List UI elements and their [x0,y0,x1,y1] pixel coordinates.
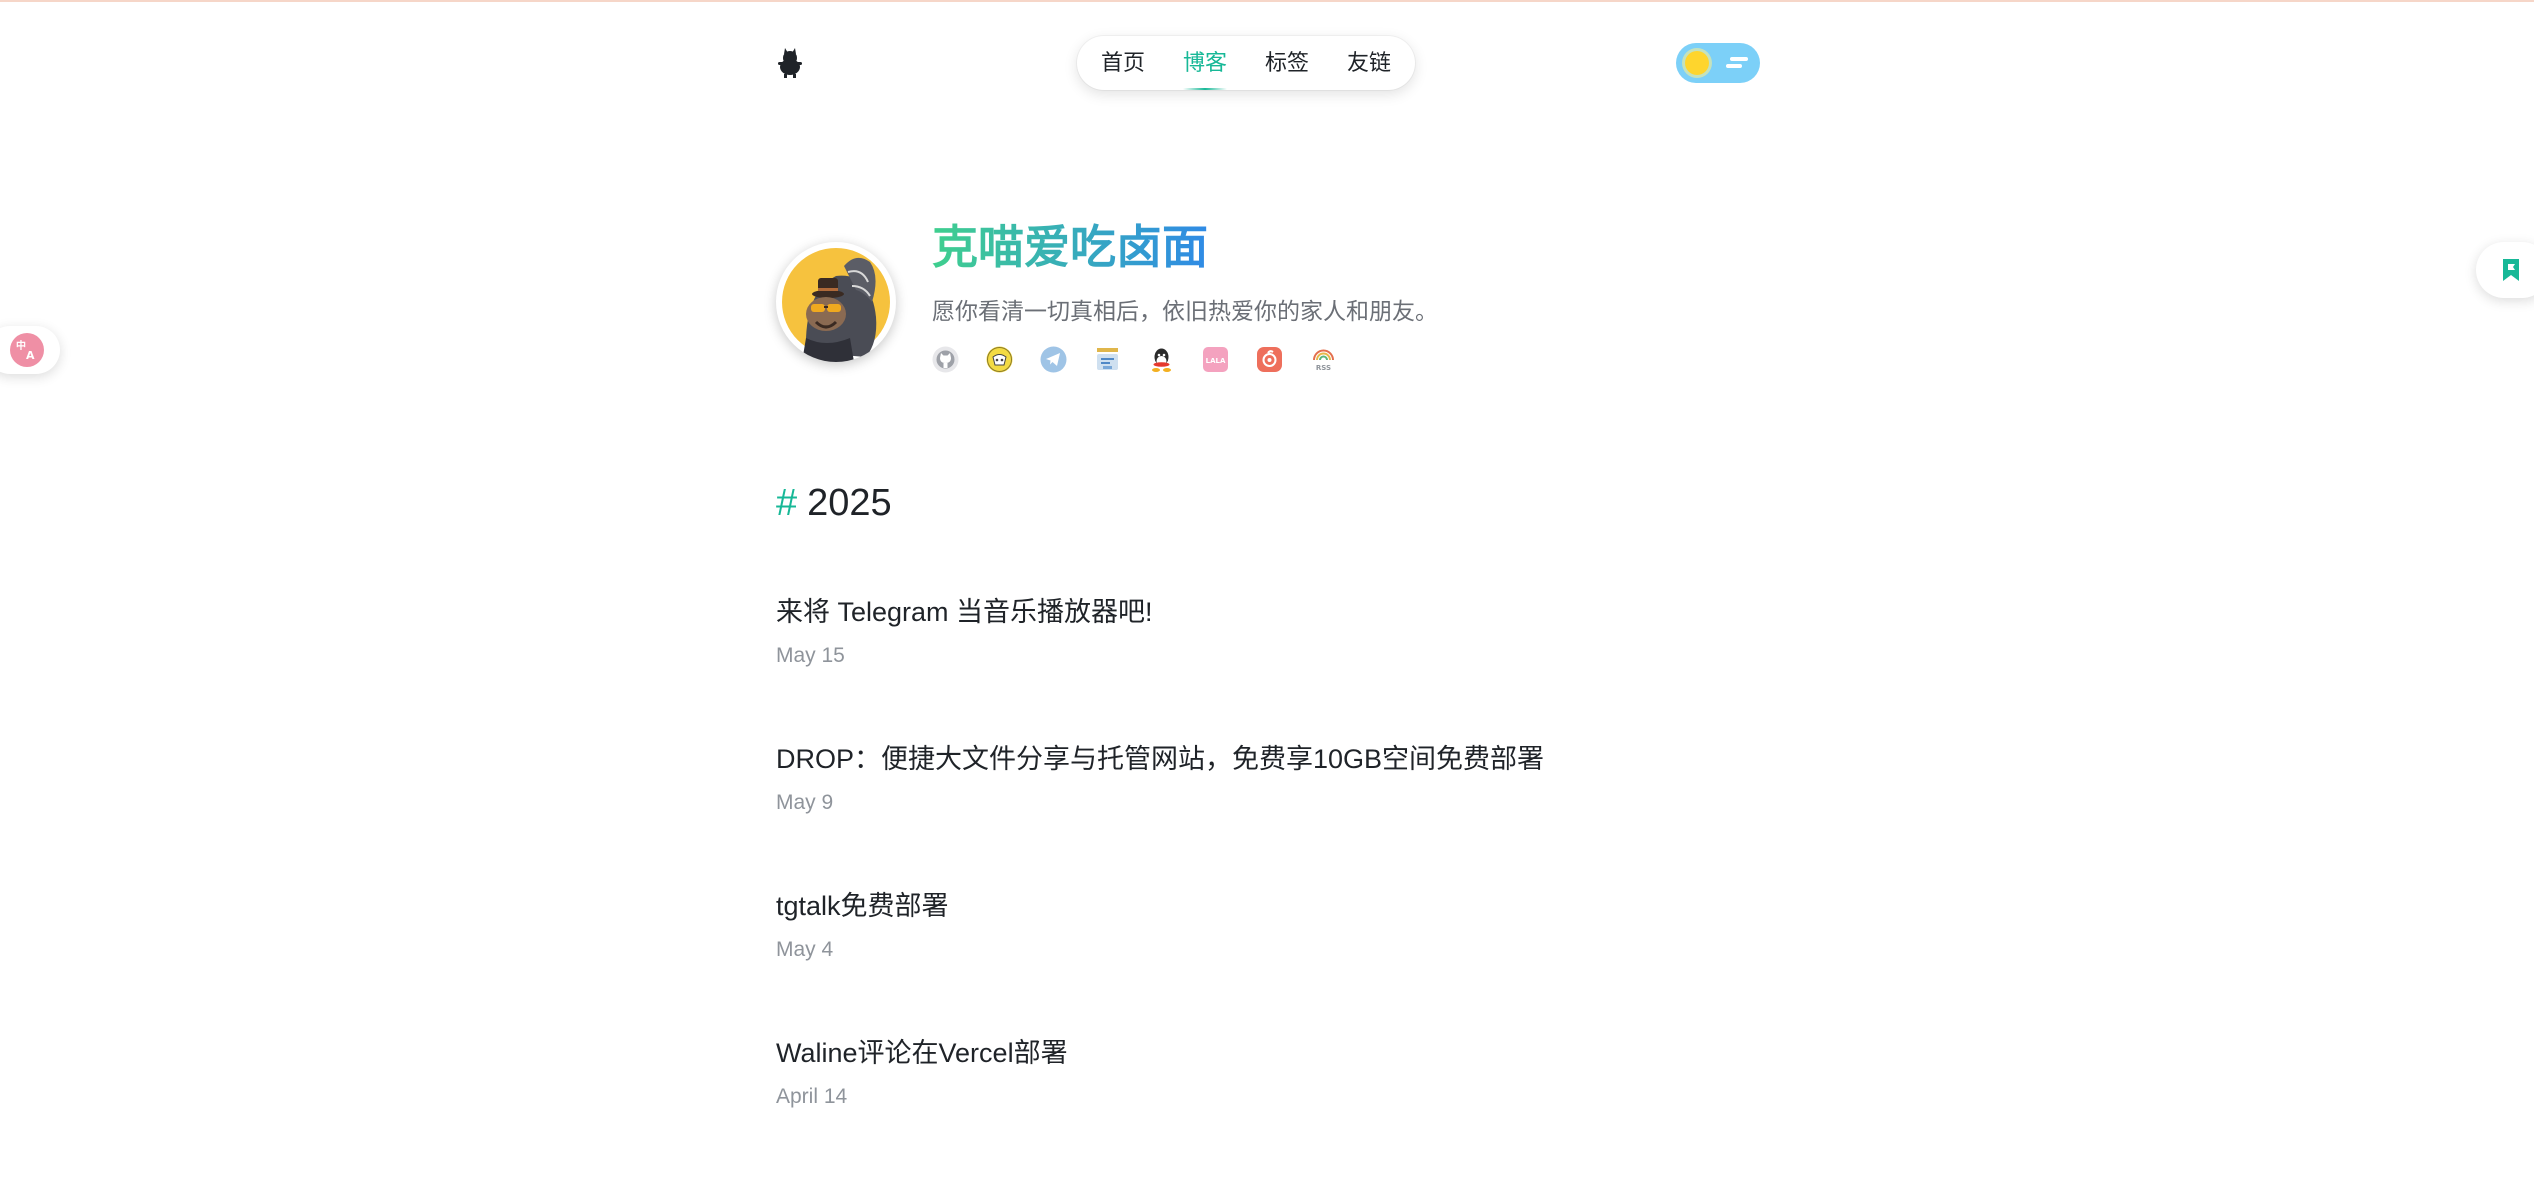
nav-item-blog[interactable]: 博客 [1183,36,1228,90]
cat-logo-icon[interactable] [776,48,804,78]
post-date: April 14 [776,1085,848,1108]
rss-icon[interactable]: RSS [1310,346,1337,373]
blog-page: 首页 博客 标签 友链 中 A 克喵爱吃卤面 愿你看清一切真相后，依旧热爱你的家… [0,0,2534,1187]
year-label: 2025 [807,482,892,524]
nav-item-tags[interactable]: 标签 [1265,36,1309,90]
svg-text:A: A [26,349,35,361]
nav-item-home[interactable]: 首页 [1101,36,1145,90]
nav-item-friends[interactable]: 友链 [1347,36,1391,90]
translate-icon: 中 A [10,333,44,367]
post-date: May 9 [776,791,834,814]
lala-label: LALA [1206,357,1226,365]
post-title[interactable]: Waline评论在Vercel部署 [776,1035,1068,1071]
post-date: May 15 [776,644,845,667]
social-links: LALA RSS [932,346,1337,373]
sun-icon [1685,51,1709,75]
qq-icon[interactable] [1148,346,1175,373]
profile-motto: 愿你看清一切真相后，依旧热爱你的家人和朋友。 [932,298,1438,324]
post-item[interactable]: DROP：便捷大文件分享与托管网站，免费享10GB空间免费部署 May 9 [776,741,1544,815]
profile-name: 克喵爱吃卤面 [932,216,1208,278]
telegram-icon[interactable] [1040,346,1067,373]
post-item[interactable]: tgtalk免费部署 May 4 [776,888,949,962]
year-hash: # [776,482,798,524]
translate-button[interactable]: 中 A [0,326,60,374]
rss-label: RSS [1316,364,1331,372]
post-item[interactable]: 来将 Telegram 当音乐播放器吧! May 15 [776,594,1153,668]
main-nav: 首页 博客 标签 友链 [1077,36,1416,90]
avatar[interactable] [776,242,896,362]
svg-text:中: 中 [16,339,26,352]
post-title[interactable]: tgtalk免费部署 [776,888,949,924]
theme-toggle[interactable] [1676,43,1760,83]
bookmark-button[interactable] [2476,242,2534,298]
bilibili-icon[interactable] [986,346,1013,373]
blog-icon[interactable] [1094,346,1121,373]
year-heading: #2025 [776,482,892,525]
github-icon[interactable] [932,346,959,373]
post-item[interactable]: Waline评论在Vercel部署 April 14 [776,1035,1068,1109]
post-date: May 4 [776,938,834,961]
lala-icon[interactable]: LALA [1202,346,1229,373]
bookmark-icon [2503,259,2519,281]
netease-music-icon[interactable] [1256,346,1283,373]
cloud-icon [1726,57,1748,68]
post-title[interactable]: 来将 Telegram 当音乐播放器吧! [776,594,1153,630]
post-title[interactable]: DROP：便捷大文件分享与托管网站，免费享10GB空间免费部署 [776,741,1544,777]
